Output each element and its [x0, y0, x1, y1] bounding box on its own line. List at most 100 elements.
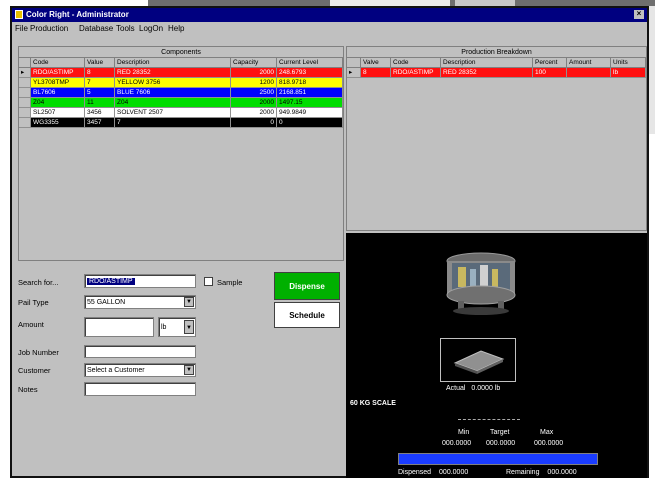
- customer-select[interactable]: Select a Customer ▼: [84, 363, 196, 377]
- scale-image: [453, 350, 505, 374]
- dispensed-value: 000.0000: [439, 469, 469, 476]
- table-row[interactable]: BL7606 5 BLUE 7606 2500 2168.851: [19, 88, 343, 98]
- col-units[interactable]: Units: [611, 58, 646, 68]
- col-valve[interactable]: Valve: [361, 58, 391, 68]
- unit-value: lb: [161, 324, 167, 331]
- table-row[interactable]: ▸ 8 RDO/ASTIMP RED 28352 100 lb: [347, 68, 646, 78]
- row-selector: [19, 118, 31, 128]
- cell-code: BL7606: [31, 88, 85, 98]
- cell-capacity: 2500: [231, 88, 277, 98]
- cell-value: 3457: [85, 118, 115, 128]
- search-label: Search for...: [18, 278, 59, 287]
- dispensed-readout: Dispensed 000.0000: [398, 469, 468, 476]
- schedule-button[interactable]: Schedule: [274, 302, 340, 328]
- actual-value: 0.0000 lb: [471, 385, 501, 392]
- production-grid: Production Breakdown Valve Code Descript…: [346, 46, 647, 231]
- cell-code: RDO/ASTIMP: [31, 68, 85, 78]
- cell-description: RED 28352: [115, 68, 231, 78]
- col-amount[interactable]: Amount: [567, 58, 611, 68]
- row-selector: ▸: [19, 68, 31, 78]
- cell-capacity: 1200: [231, 78, 277, 88]
- target-label: Target: [490, 429, 510, 436]
- actual-readout: Actual 0.0000 lb: [446, 385, 500, 392]
- scale-panel: Actual 0.0000 lb 60 KG SCALE Min Target …: [346, 233, 647, 478]
- cell-code: YL3708TMP: [31, 78, 85, 88]
- cell-description: SOLVENT 2507: [115, 108, 231, 118]
- job-number-input[interactable]: [84, 345, 196, 358]
- amount-label: Amount: [18, 320, 44, 329]
- row-selector: [19, 78, 31, 88]
- menu-tools[interactable]: Tools: [116, 24, 135, 33]
- col-description[interactable]: Description: [115, 58, 231, 68]
- chevron-down-icon[interactable]: ▼: [184, 297, 194, 307]
- col-capacity[interactable]: Capacity: [231, 58, 277, 68]
- divider: [458, 419, 520, 420]
- table-row[interactable]: Z04 11 Z04 2000 1497.15: [19, 98, 343, 108]
- row-selector: [19, 88, 31, 98]
- cell-code: SL2507: [31, 108, 85, 118]
- row-selector: [19, 98, 31, 108]
- amount-input[interactable]: [84, 317, 154, 337]
- cell-description: BLUE 7606: [115, 88, 231, 98]
- cell-description: YELLOW 3756: [115, 78, 231, 88]
- max-label: Max: [540, 429, 554, 436]
- row-selector: [19, 108, 31, 118]
- production-rows: ▸ 8 RDO/ASTIMP RED 28352 100 lb: [347, 68, 646, 88]
- chevron-down-icon[interactable]: ▼: [184, 365, 194, 375]
- search-value: RDO/ASTIMP: [87, 278, 135, 285]
- scale-image-frame: [440, 338, 516, 382]
- cell-value: 8: [85, 68, 115, 78]
- dispense-progress-bar: [398, 453, 598, 465]
- menu-production[interactable]: Production: [30, 24, 68, 33]
- table-row[interactable]: SL2507 3456 SOLVENT 2507 2000 949.9849: [19, 108, 343, 118]
- col-current-level[interactable]: Current Level: [277, 58, 343, 68]
- remaining-readout: Remaining 000.0000: [506, 469, 577, 476]
- cell-amount: [567, 68, 611, 78]
- row-selector-header: [19, 58, 31, 68]
- col-description[interactable]: Description: [441, 58, 533, 68]
- dispense-button[interactable]: Dispense: [274, 272, 340, 300]
- col-code[interactable]: Code: [31, 58, 85, 68]
- components-grid: Components Code Value Description Capaci…: [18, 46, 344, 261]
- notes-input[interactable]: [84, 382, 196, 396]
- window-title: Color Right - Administrator: [26, 10, 129, 19]
- min-label: Min: [458, 429, 470, 436]
- components-title: Components: [19, 47, 343, 58]
- col-percent[interactable]: Percent: [533, 58, 567, 68]
- cell-value: 11: [85, 98, 115, 108]
- cell-current-level: 2168.851: [277, 88, 343, 98]
- cell-capacity: 2000: [231, 108, 277, 118]
- pail-type-value: 55 GALLON: [87, 299, 126, 306]
- sample-checkbox[interactable]: [204, 277, 213, 286]
- dispenser-image: [446, 252, 516, 315]
- row-selector-header: [347, 58, 361, 68]
- cell-capacity: 2000: [231, 68, 277, 78]
- pail-type-select[interactable]: 55 GALLON ▼: [84, 295, 196, 309]
- table-row[interactable]: ▸ RDO/ASTIMP 8 RED 28352 2000 248.6793: [19, 68, 343, 78]
- table-row[interactable]: WG3355 3457 7 0 0: [19, 118, 343, 128]
- menu-logon[interactable]: LogOn: [139, 24, 163, 33]
- menu-file[interactable]: File: [15, 24, 28, 33]
- cell-current-level: 949.9849: [277, 108, 343, 118]
- sample-label: Sample: [217, 278, 243, 287]
- cell-description: Z04: [115, 98, 231, 108]
- menu-database[interactable]: Database: [79, 24, 113, 33]
- table-row[interactable]: YL3708TMP 7 YELLOW 3756 1200 818.9718: [19, 78, 343, 88]
- unit-select[interactable]: lb ▼: [158, 317, 196, 337]
- search-input[interactable]: RDO/ASTIMP: [84, 274, 196, 288]
- customer-label: Customer: [18, 366, 51, 375]
- production-title: Production Breakdown: [347, 47, 646, 58]
- cell-percent: 100: [533, 68, 567, 78]
- max-value: 000.0000: [534, 440, 564, 447]
- dispensed-label: Dispensed: [398, 469, 432, 476]
- cell-current-level: 0: [277, 118, 343, 128]
- app-icon: [15, 10, 23, 19]
- cell-value: 5: [85, 88, 115, 98]
- target-value: 000.0000: [486, 440, 516, 447]
- chevron-down-icon[interactable]: ▼: [184, 320, 194, 334]
- cell-current-level: 248.6793: [277, 68, 343, 78]
- close-button[interactable]: ×: [634, 10, 644, 19]
- col-value[interactable]: Value: [85, 58, 115, 68]
- menu-help[interactable]: Help: [168, 24, 184, 33]
- col-code[interactable]: Code: [391, 58, 441, 68]
